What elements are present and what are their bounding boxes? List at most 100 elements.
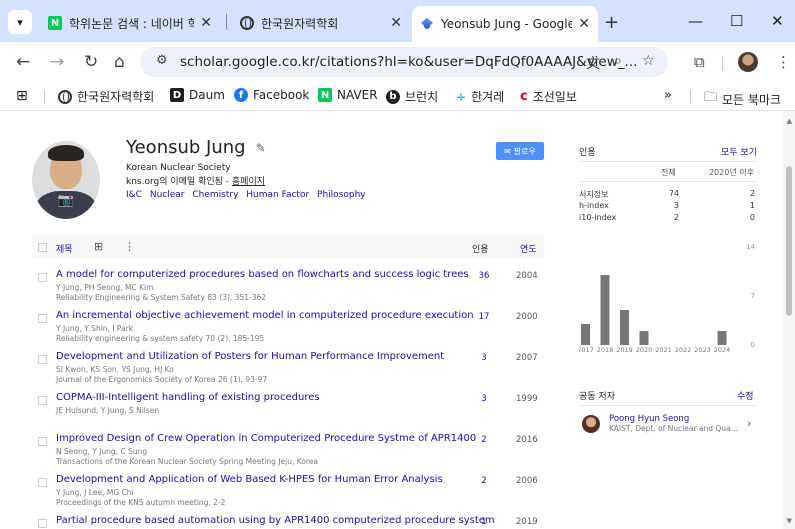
maximize-button[interactable]: ☐ — [730, 12, 743, 30]
article-title[interactable]: Development and Application of Web Based… — [56, 474, 443, 485]
tab-kns[interactable]: 한국원자력학회 ✕ — [232, 8, 410, 38]
more-actions-icon[interactable]: ⋮ — [124, 240, 135, 253]
close-window-button[interactable]: ✕ — [771, 12, 784, 30]
article-cited-count[interactable]: 2 — [472, 435, 496, 445]
tab-title: 한국원자력학회 — [261, 16, 339, 31]
article-title[interactable]: Partial procedure based automation using… — [56, 515, 495, 526]
tag-human-factor[interactable]: Human Factor — [246, 190, 309, 200]
bookmark-hani[interactable]: ÷ 한겨레 — [456, 88, 504, 105]
article-cited-count[interactable]: 3 — [472, 394, 496, 404]
tag-chemistry[interactable]: Chemistry — [192, 190, 238, 200]
add-article-icon[interactable]: ⊞ — [94, 240, 103, 253]
tab-search-button[interactable]: ▾ — [8, 10, 32, 34]
article-checkbox[interactable] — [38, 519, 47, 528]
bookmark-kns[interactable]: 한국원자력학회 — [58, 88, 154, 105]
close-tab-icon[interactable]: ✕ — [390, 15, 402, 31]
address-bar[interactable]: ⚙ scholar.google.co.kr/citations?hl=ko&u… — [140, 47, 668, 77]
article-journal: Journal of the Ergonomics Society of Kor… — [56, 375, 268, 384]
select-all-checkbox[interactable] — [38, 243, 47, 252]
edit-pencil-icon[interactable]: ✎ — [256, 141, 266, 155]
back-arrow-icon[interactable]: ← — [16, 52, 30, 72]
tab-google-scholar[interactable]: Yeonsub Jung - Google ✕ — [412, 6, 598, 42]
article-cited-count[interactable]: 1 — [472, 517, 496, 527]
bookmarks-overflow-icon[interactable]: » — [664, 88, 672, 103]
apps-grid-icon[interactable]: ⊞ — [16, 88, 28, 104]
chart-bar[interactable] — [639, 331, 649, 345]
bookmark-daum[interactable]: D Daum — [170, 88, 225, 102]
site-settings-icon[interactable]: ⚙ — [156, 53, 168, 68]
article-checkbox[interactable] — [38, 314, 47, 323]
more-menu-icon[interactable]: ⋮ — [776, 53, 791, 71]
profile-photo[interactable]: 📷 — [32, 141, 100, 219]
article-checkbox[interactable] — [38, 396, 47, 405]
tab-naver-search[interactable]: N 학위논문 검색 : 네이버 학 ✕ — [40, 8, 220, 38]
stat-name[interactable]: 서지정보 — [579, 189, 608, 200]
article-checkbox[interactable] — [38, 478, 47, 487]
edit-coauthors-link[interactable]: 수정 — [737, 389, 754, 402]
sort-by-title[interactable]: 제목 — [56, 242, 73, 255]
article-title[interactable]: An incremental objective achievement mod… — [56, 310, 474, 321]
bookmark-naver[interactable]: N NAVER — [318, 88, 378, 102]
bookmarks-bar: ⊞ 한국원자력학회 D Daum f Facebook N NAVER b 브런… — [0, 82, 795, 110]
all-bookmarks-folder[interactable]: 🗀 모든 북마크 — [704, 88, 781, 110]
tag-nuclear[interactable]: Nuclear — [150, 190, 185, 200]
stat-name[interactable]: i10-index — [579, 213, 616, 222]
article-journal: Reliability engineering & system safety … — [56, 334, 265, 343]
article-row: COPMA-III-Intelligent handling of existi… — [32, 392, 544, 432]
article-title[interactable]: COPMA-III-Intelligent handling of existi… — [56, 392, 320, 403]
chart-bar[interactable] — [600, 275, 610, 345]
home-icon[interactable]: ⌂ — [114, 52, 125, 72]
zoom-icon[interactable]: ⌕ — [614, 53, 622, 69]
article-cited-count[interactable]: 36 — [472, 271, 496, 281]
homepage-link[interactable]: 홈페이지 — [232, 177, 265, 187]
coauthor-item[interactable]: Poong Hyun Seong KAIST, Dept. of Nuclear… — [579, 411, 757, 441]
reload-icon[interactable]: ↻ — [84, 52, 98, 72]
article-cited-count[interactable]: 3 — [472, 353, 496, 363]
follow-button[interactable]: ✉ 팔로우 — [496, 142, 544, 160]
citations-bar-chart: 2017 2018 2019 2020 2021 2022 2023 2024 0 7 14 — [579, 243, 756, 354]
scroll-down-icon[interactable]: ▼ — [787, 517, 792, 525]
naver-icon: N — [318, 88, 332, 102]
article-title[interactable]: A model for computerized procedures base… — [56, 269, 469, 280]
article-title[interactable]: Development and Utilization of Posters f… — [56, 351, 444, 362]
coauthor-name[interactable]: Poong Hyun Seong — [609, 414, 689, 424]
coauthor-avatar — [582, 415, 600, 433]
articles-header: 제목 ⊞ ⋮ 인용 연도 — [32, 235, 544, 259]
sort-by-cited[interactable]: 인용 — [472, 242, 489, 255]
chart-bar[interactable] — [620, 310, 629, 345]
bookmark-brunch[interactable]: b 브런치 — [386, 88, 438, 105]
close-tab-icon[interactable]: ✕ — [578, 16, 590, 32]
stat-name[interactable]: h-index — [579, 201, 609, 210]
url-text[interactable]: scholar.google.co.kr/citations?hl=ko&use… — [180, 54, 637, 70]
close-tab-icon[interactable]: ✕ — [200, 15, 212, 31]
article-journal: Reliability Engineering & System Safety … — [56, 293, 267, 302]
article-cited-count[interactable]: 2 — [472, 476, 496, 486]
scroll-thumb[interactable] — [786, 166, 792, 316]
profile-avatar[interactable] — [738, 52, 758, 72]
page-scrollbar[interactable]: ▲ ▼ — [783, 111, 795, 529]
view-all-link[interactable]: 모두 보기 — [721, 145, 757, 158]
chart-bar[interactable] — [717, 331, 727, 345]
stat-all: 2 — [673, 213, 679, 222]
tag-ic[interactable]: I&C — [126, 190, 142, 200]
sort-by-year[interactable]: 연도 — [520, 242, 537, 255]
tag-philosophy[interactable]: Philosophy — [317, 190, 366, 200]
camera-icon[interactable]: 📷 — [56, 193, 76, 211]
bookmark-star-icon[interactable]: ☆ — [642, 53, 655, 69]
divider — [579, 161, 757, 162]
article-checkbox[interactable] — [38, 273, 47, 282]
new-tab-button[interactable]: + — [604, 12, 619, 33]
translate-icon[interactable]: 文 — [586, 53, 600, 73]
bookmark-chosun[interactable]: c 조선일보 — [520, 88, 577, 105]
minimize-button[interactable]: — — [688, 12, 703, 30]
article-checkbox[interactable] — [38, 437, 47, 446]
article-cited-count[interactable]: 17 — [472, 312, 496, 322]
article-checkbox[interactable] — [38, 355, 47, 364]
forward-arrow-icon[interactable]: → — [50, 52, 64, 72]
article-title[interactable]: Improved Design of Crew Operation in Com… — [56, 433, 476, 444]
bookmark-facebook[interactable]: f Facebook — [234, 88, 309, 102]
chevron-right-icon[interactable]: › — [747, 417, 751, 430]
extensions-icon[interactable]: ⧉ — [694, 53, 705, 71]
chart-bar[interactable] — [581, 324, 590, 345]
scroll-up-icon[interactable]: ▲ — [787, 117, 792, 125]
